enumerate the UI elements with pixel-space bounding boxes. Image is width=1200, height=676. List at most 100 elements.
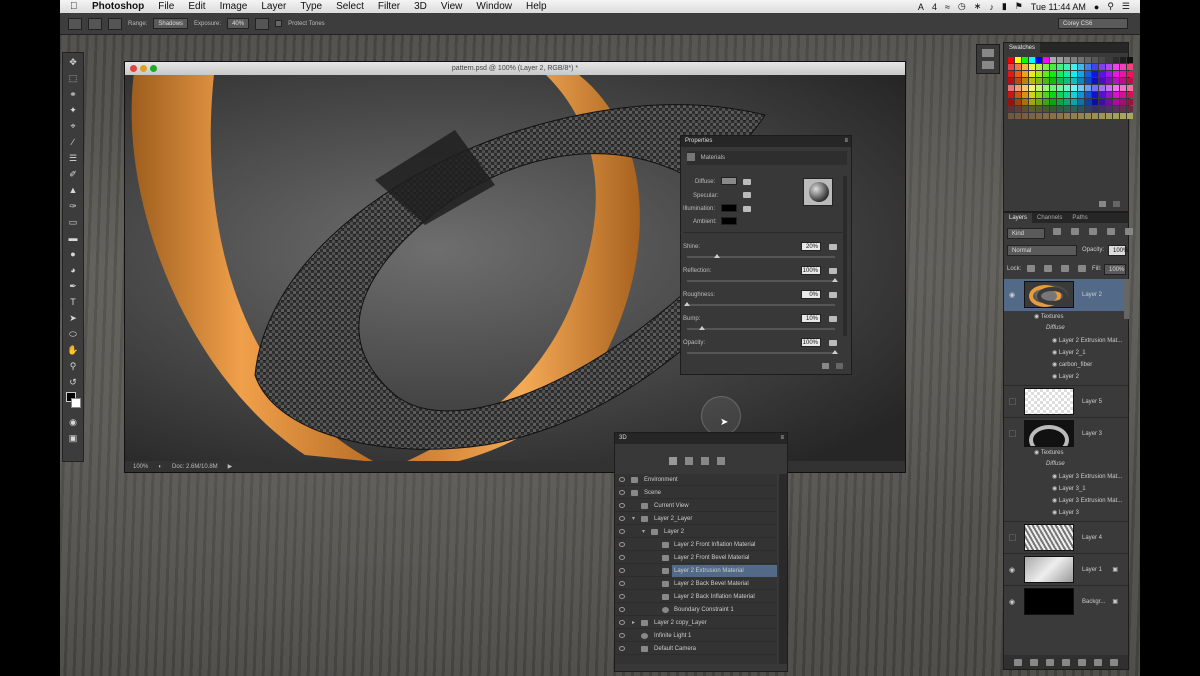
3d-row-material[interactable]: Layer 2 Back Inflation Material [615, 591, 777, 603]
document-title-bar[interactable]: pattern.psd @ 100% (Layer 2, RGB/8*) * [125, 62, 905, 75]
screen-mode-icon[interactable]: ▣ [65, 431, 81, 445]
3d-row-layer2-copy[interactable]: ▸ Layer 2 copy_Layer [615, 617, 777, 629]
swatch[interactable] [1015, 71, 1021, 77]
wifi-icon[interactable]: ≈ [945, 2, 950, 12]
apple-icon[interactable]:  [70, 1, 80, 12]
swatch[interactable] [1022, 92, 1028, 98]
swatch[interactable] [1092, 106, 1098, 112]
disclosure-triangle-icon[interactable]: ▸ [632, 617, 635, 629]
shine-field[interactable]: 20% [801, 242, 821, 251]
tool-preset-picker[interactable] [68, 17, 82, 30]
tab-swatches[interactable]: Swatches [1004, 43, 1041, 53]
lasso-tool-icon[interactable]: ⚭ [65, 87, 81, 101]
menu-select[interactable]: Select [336, 1, 364, 12]
menu-view[interactable]: View [441, 1, 463, 12]
hand-tool-icon[interactable]: ✋ [65, 343, 81, 357]
tool-presets-icon[interactable] [982, 49, 994, 57]
swatch[interactable] [1036, 106, 1042, 112]
swatch[interactable] [1099, 106, 1105, 112]
swatch[interactable] [1127, 99, 1133, 105]
swatch[interactable] [1099, 71, 1105, 77]
3d-row-layer2-mesh[interactable]: ▾ Layer 2 [615, 526, 777, 538]
eye-icon[interactable] [619, 490, 625, 495]
swatch[interactable] [1120, 78, 1126, 84]
swatch[interactable] [1036, 85, 1042, 91]
swatch[interactable] [1050, 71, 1056, 77]
swatch[interactable] [1092, 57, 1098, 63]
swatch[interactable] [1092, 78, 1098, 84]
menu-edit[interactable]: Edit [188, 1, 205, 12]
layer-name[interactable]: Layer 1 [1082, 567, 1102, 573]
bump-slider[interactable] [687, 328, 835, 330]
swatch[interactable] [1085, 113, 1091, 119]
swatch[interactable] [1064, 99, 1070, 105]
swatch[interactable] [1106, 57, 1112, 63]
layers-scrollbar[interactable] [1124, 279, 1129, 319]
user-icon[interactable]: ● [1094, 2, 1099, 12]
default-colors-icon[interactable]: ↺ [65, 375, 81, 389]
menu-type[interactable]: Type [300, 1, 322, 12]
eye-icon[interactable] [619, 516, 625, 521]
swatch[interactable] [1127, 78, 1133, 84]
shape-tool-icon[interactable]: ⬭ [65, 327, 81, 341]
menu-filter[interactable]: Filter [378, 1, 400, 12]
app-menu[interactable]: Photoshop [92, 1, 144, 12]
swatch[interactable] [1036, 64, 1042, 70]
swatch[interactable] [1064, 106, 1070, 112]
texture-row[interactable]: ◉ Layer 2 [1052, 373, 1079, 380]
healing-tool-icon[interactable]: ☰ [65, 151, 81, 165]
eye-icon[interactable] [619, 594, 625, 599]
textures-row[interactable]: ◉ Textures [1034, 449, 1064, 456]
roughness-slider-knob[interactable] [684, 302, 690, 306]
eye-icon[interactable]: ◉ [1009, 598, 1015, 606]
3d-row-material[interactable]: Layer 2 Front Inflation Material [615, 539, 777, 551]
range-select[interactable]: Shadows [153, 18, 189, 29]
swatch[interactable] [1120, 85, 1126, 91]
eye-icon[interactable]: ◉ [1052, 374, 1057, 380]
status-arrow-icon[interactable]: ▶ [228, 463, 233, 470]
swatch[interactable] [1008, 99, 1014, 105]
swatch[interactable] [1022, 85, 1028, 91]
swatch[interactable] [1008, 57, 1014, 63]
eye-icon[interactable]: ◉ [1052, 350, 1057, 356]
swatch[interactable] [1085, 78, 1091, 84]
new-swatch-icon[interactable] [1099, 201, 1106, 207]
swatch[interactable] [1015, 78, 1021, 84]
layer-style-icon[interactable] [1030, 658, 1038, 666]
swatch[interactable] [1015, 106, 1021, 112]
eye-icon[interactable] [619, 542, 625, 547]
layer-row-layer3[interactable]: Layer 3 [1004, 417, 1128, 449]
swatch[interactable] [1099, 113, 1105, 119]
3d-row-material[interactable]: Layer 2 Front Bevel Material [615, 552, 777, 564]
swatch[interactable] [1092, 113, 1098, 119]
panel-menu-icon[interactable]: ≡ [844, 136, 848, 147]
swatch[interactable] [1078, 106, 1084, 112]
swatch[interactable] [1113, 71, 1119, 77]
path-select-tool-icon[interactable]: ➤ [65, 311, 81, 325]
swatch[interactable] [1022, 99, 1028, 105]
swatch[interactable] [1008, 78, 1014, 84]
swatch[interactable] [1099, 78, 1105, 84]
swatch[interactable] [1099, 85, 1105, 91]
swatch[interactable] [1036, 57, 1042, 63]
swatch[interactable] [1008, 92, 1014, 98]
swatch[interactable] [1008, 64, 1014, 70]
eye-icon[interactable]: ◉ [1052, 498, 1057, 504]
swatch[interactable] [1127, 106, 1133, 112]
layer-mask-icon[interactable] [1046, 658, 1054, 666]
quick-select-tool-icon[interactable]: ✦ [65, 103, 81, 117]
eye-icon[interactable]: ◉ [1052, 486, 1057, 492]
swatch[interactable] [1106, 85, 1112, 91]
layer-name[interactable]: Backgr... [1082, 599, 1105, 605]
adjustment-filter-icon[interactable] [1071, 228, 1079, 235]
swatch[interactable] [1078, 78, 1084, 84]
swatch[interactable] [1092, 85, 1098, 91]
swatch[interactable] [1057, 113, 1063, 119]
close-button[interactable] [130, 65, 137, 72]
3d-row-constraint[interactable]: Boundary Constraint 1 [615, 604, 777, 616]
swatch[interactable] [1106, 113, 1112, 119]
roughness-slider[interactable] [687, 304, 835, 306]
swatch[interactable] [1050, 99, 1056, 105]
whole-scene-icon[interactable] [669, 457, 677, 465]
swatch[interactable] [1071, 113, 1077, 119]
